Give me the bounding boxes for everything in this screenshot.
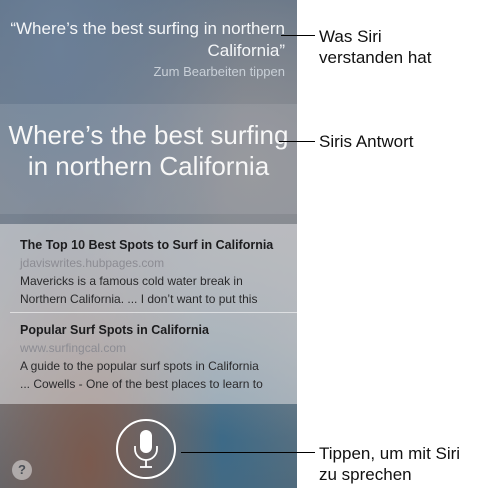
microphone-button[interactable] (116, 419, 176, 479)
callout-understood-line: Was Siri (319, 27, 382, 46)
result-snippet-line: Mavericks is a famous cold water break i… (20, 274, 243, 288)
callout-line-understood (281, 35, 315, 36)
callout-understood-line: verstanden hat (319, 48, 432, 67)
help-button[interactable]: ? (12, 460, 32, 480)
callout-line-tap (181, 452, 315, 453)
result-url: www.surfingcal.com (20, 341, 127, 355)
result-snippet-line: ... Cowells - One of the best places to … (20, 377, 263, 391)
search-result[interactable]: The Top 10 Best Spots to Surf in Califor… (20, 236, 290, 308)
result-snippet-line: Northern California. ... I don’t want to… (20, 292, 258, 306)
callout-answer: Siris Antwort (319, 132, 414, 151)
result-snippet-line: A guide to the popular surf spots in Cal… (20, 359, 259, 373)
result-url: jdaviswrites.hubpages.com (20, 256, 165, 270)
siri-screen: “Where’s the best surfing in northern Ca… (0, 0, 297, 488)
edit-hint: Zum Bearbeiten tippen (153, 64, 285, 79)
microphone-icon (134, 430, 158, 468)
callout-understood: Was Siri verstanden hat (319, 26, 431, 68)
callout-tap-line: zu sprechen (319, 465, 412, 484)
result-title[interactable]: Popular Surf Spots in California (20, 321, 290, 339)
result-title[interactable]: The Top 10 Best Spots to Surf in Califor… (20, 236, 290, 254)
callout-tap: Tippen, um mit Siri zu sprechen (319, 443, 460, 485)
search-result[interactable]: Popular Surf Spots in California www.sur… (20, 321, 290, 393)
siri-answer-text: Where’s the best surfing in northern Cal… (8, 120, 289, 181)
callout-line-answer (279, 141, 315, 142)
result-divider (10, 312, 297, 313)
callout-tap-line: Tippen, um mit Siri (319, 444, 461, 463)
siri-query-text[interactable]: “Where’s the best surfing in northern Ca… (5, 18, 285, 62)
